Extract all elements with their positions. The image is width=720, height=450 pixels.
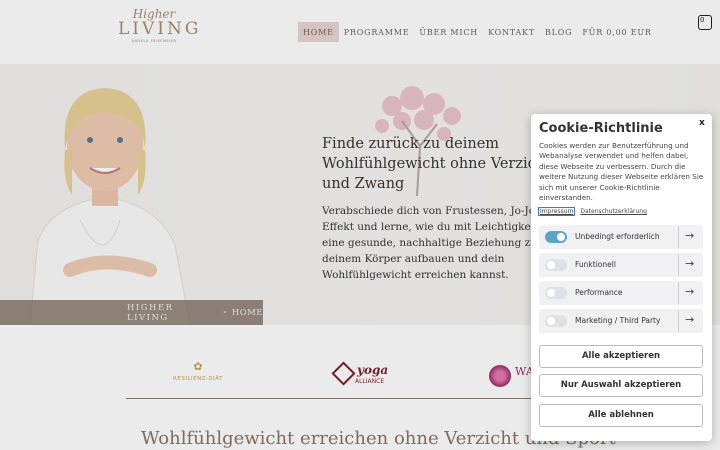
arrow-right-icon[interactable]: → xyxy=(685,257,694,270)
category-performance: Performance → xyxy=(539,281,703,305)
cookie-dialog: x Cookie-Richtlinie Cookies werden zur B… xyxy=(531,114,712,441)
toggle-necessary[interactable] xyxy=(545,231,567,243)
arrow-right-icon[interactable]: → xyxy=(685,285,694,298)
arrow-right-icon[interactable]: → xyxy=(685,313,694,326)
toggle-marketing[interactable] xyxy=(545,315,567,327)
category-marketing: Marketing / Third Party → xyxy=(539,309,703,333)
category-label: Funktionell xyxy=(575,260,616,269)
toggle-functional[interactable] xyxy=(545,259,567,271)
reject-all-button[interactable]: Alle ablehnen xyxy=(539,404,703,427)
impressum-link[interactable]: Impressum xyxy=(537,207,576,216)
category-necessary: Unbedingt erforderlich → xyxy=(539,225,703,249)
cookie-title: Cookie-Richtlinie xyxy=(539,121,663,136)
close-icon[interactable]: x xyxy=(699,118,705,128)
accept-all-button[interactable]: Alle akzeptieren xyxy=(539,345,703,368)
cookie-description: Cookies werden zur Benutzerführung und W… xyxy=(539,141,704,203)
category-label: Unbedingt erforderlich xyxy=(575,232,660,241)
category-label: Performance xyxy=(575,288,623,297)
toggle-performance[interactable] xyxy=(545,287,567,299)
cookie-links: Impressum Datenschutzerklärung xyxy=(537,207,647,216)
accept-selection-button[interactable]: Nur Auswahl akzeptieren xyxy=(539,374,703,397)
category-functional: Funktionell → xyxy=(539,253,703,277)
category-label: Marketing / Third Party xyxy=(575,316,661,325)
arrow-right-icon[interactable]: → xyxy=(685,229,694,242)
datenschutz-link[interactable]: Datenschutzerklärung xyxy=(580,208,647,215)
